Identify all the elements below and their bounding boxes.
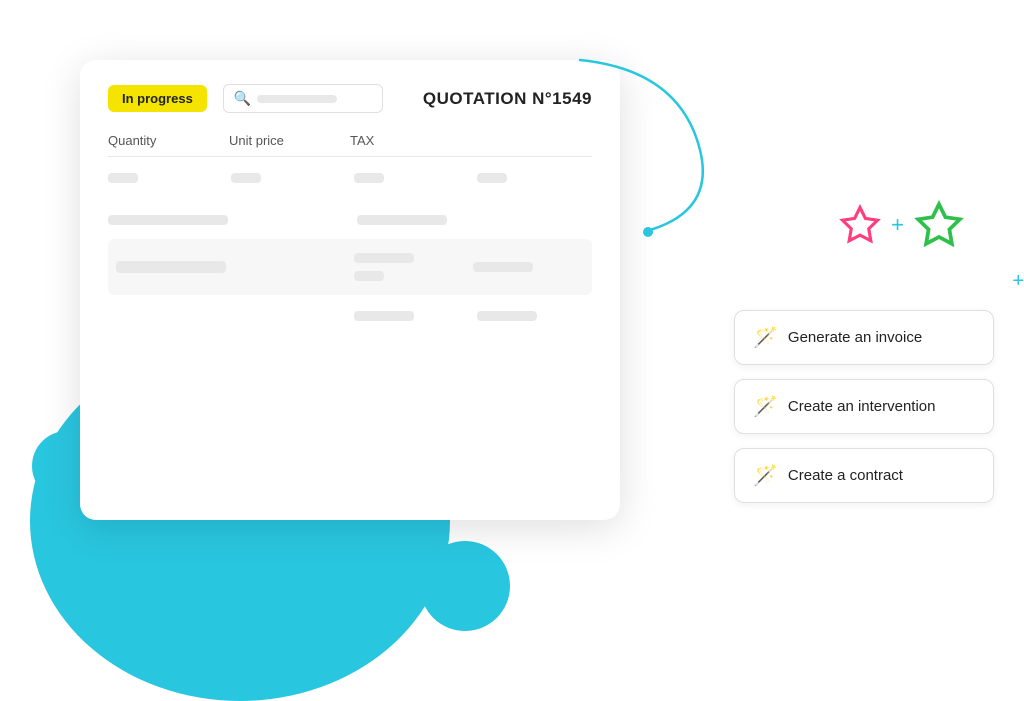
card-header: In progress 🔍 QUOTATION N°1549	[108, 84, 592, 113]
star-green-icon	[914, 200, 964, 250]
generate-invoice-button[interactable]: 🪄 Generate an invoice	[734, 310, 994, 365]
col-extra	[471, 133, 592, 148]
create-intervention-label: Create an intervention	[788, 398, 936, 415]
wand-icon-invoice: 🪄	[753, 325, 778, 350]
cell	[108, 215, 228, 225]
search-box[interactable]: 🔍	[223, 84, 383, 113]
create-contract-label: Create a contract	[788, 467, 903, 484]
table-row	[108, 165, 592, 191]
stars-area: +	[839, 200, 964, 250]
search-input-placeholder	[257, 95, 337, 103]
cell	[354, 173, 384, 183]
create-intervention-button[interactable]: 🪄 Create an intervention	[734, 379, 994, 434]
col-unit-price: Unit price	[229, 133, 350, 148]
status-badge: In progress	[108, 85, 207, 112]
plus-right-icon: +	[1012, 270, 1024, 293]
cell	[116, 261, 226, 273]
table-row	[108, 303, 592, 329]
search-icon: 🔍	[234, 90, 251, 107]
cell	[477, 311, 537, 321]
cell	[354, 311, 414, 321]
col-quantity: Quantity	[108, 133, 229, 148]
table-row	[108, 207, 592, 233]
table-header: Quantity Unit price TAX	[108, 133, 592, 157]
cell	[108, 173, 138, 183]
cell	[354, 271, 384, 281]
col-tax: TAX	[350, 133, 471, 148]
cell	[357, 215, 447, 225]
action-buttons-panel: 🪄 Generate an invoice 🪄 Create an interv…	[734, 310, 994, 503]
plus-icon: +	[891, 212, 904, 238]
cell	[477, 173, 507, 183]
table-row-block	[108, 239, 592, 295]
cell	[354, 253, 414, 263]
wand-icon-contract: 🪄	[753, 463, 778, 488]
cell	[231, 173, 261, 183]
quotation-title: QUOTATION N°1549	[423, 89, 592, 109]
wand-icon-intervention: 🪄	[753, 394, 778, 419]
bg-circle-small-bottom	[420, 541, 510, 631]
star-pink-icon	[839, 204, 881, 246]
generate-invoice-label: Generate an invoice	[788, 329, 922, 346]
create-contract-button[interactable]: 🪄 Create a contract	[734, 448, 994, 503]
quotation-card: In progress 🔍 QUOTATION N°1549 Quantity …	[80, 60, 620, 520]
cell	[473, 262, 533, 272]
